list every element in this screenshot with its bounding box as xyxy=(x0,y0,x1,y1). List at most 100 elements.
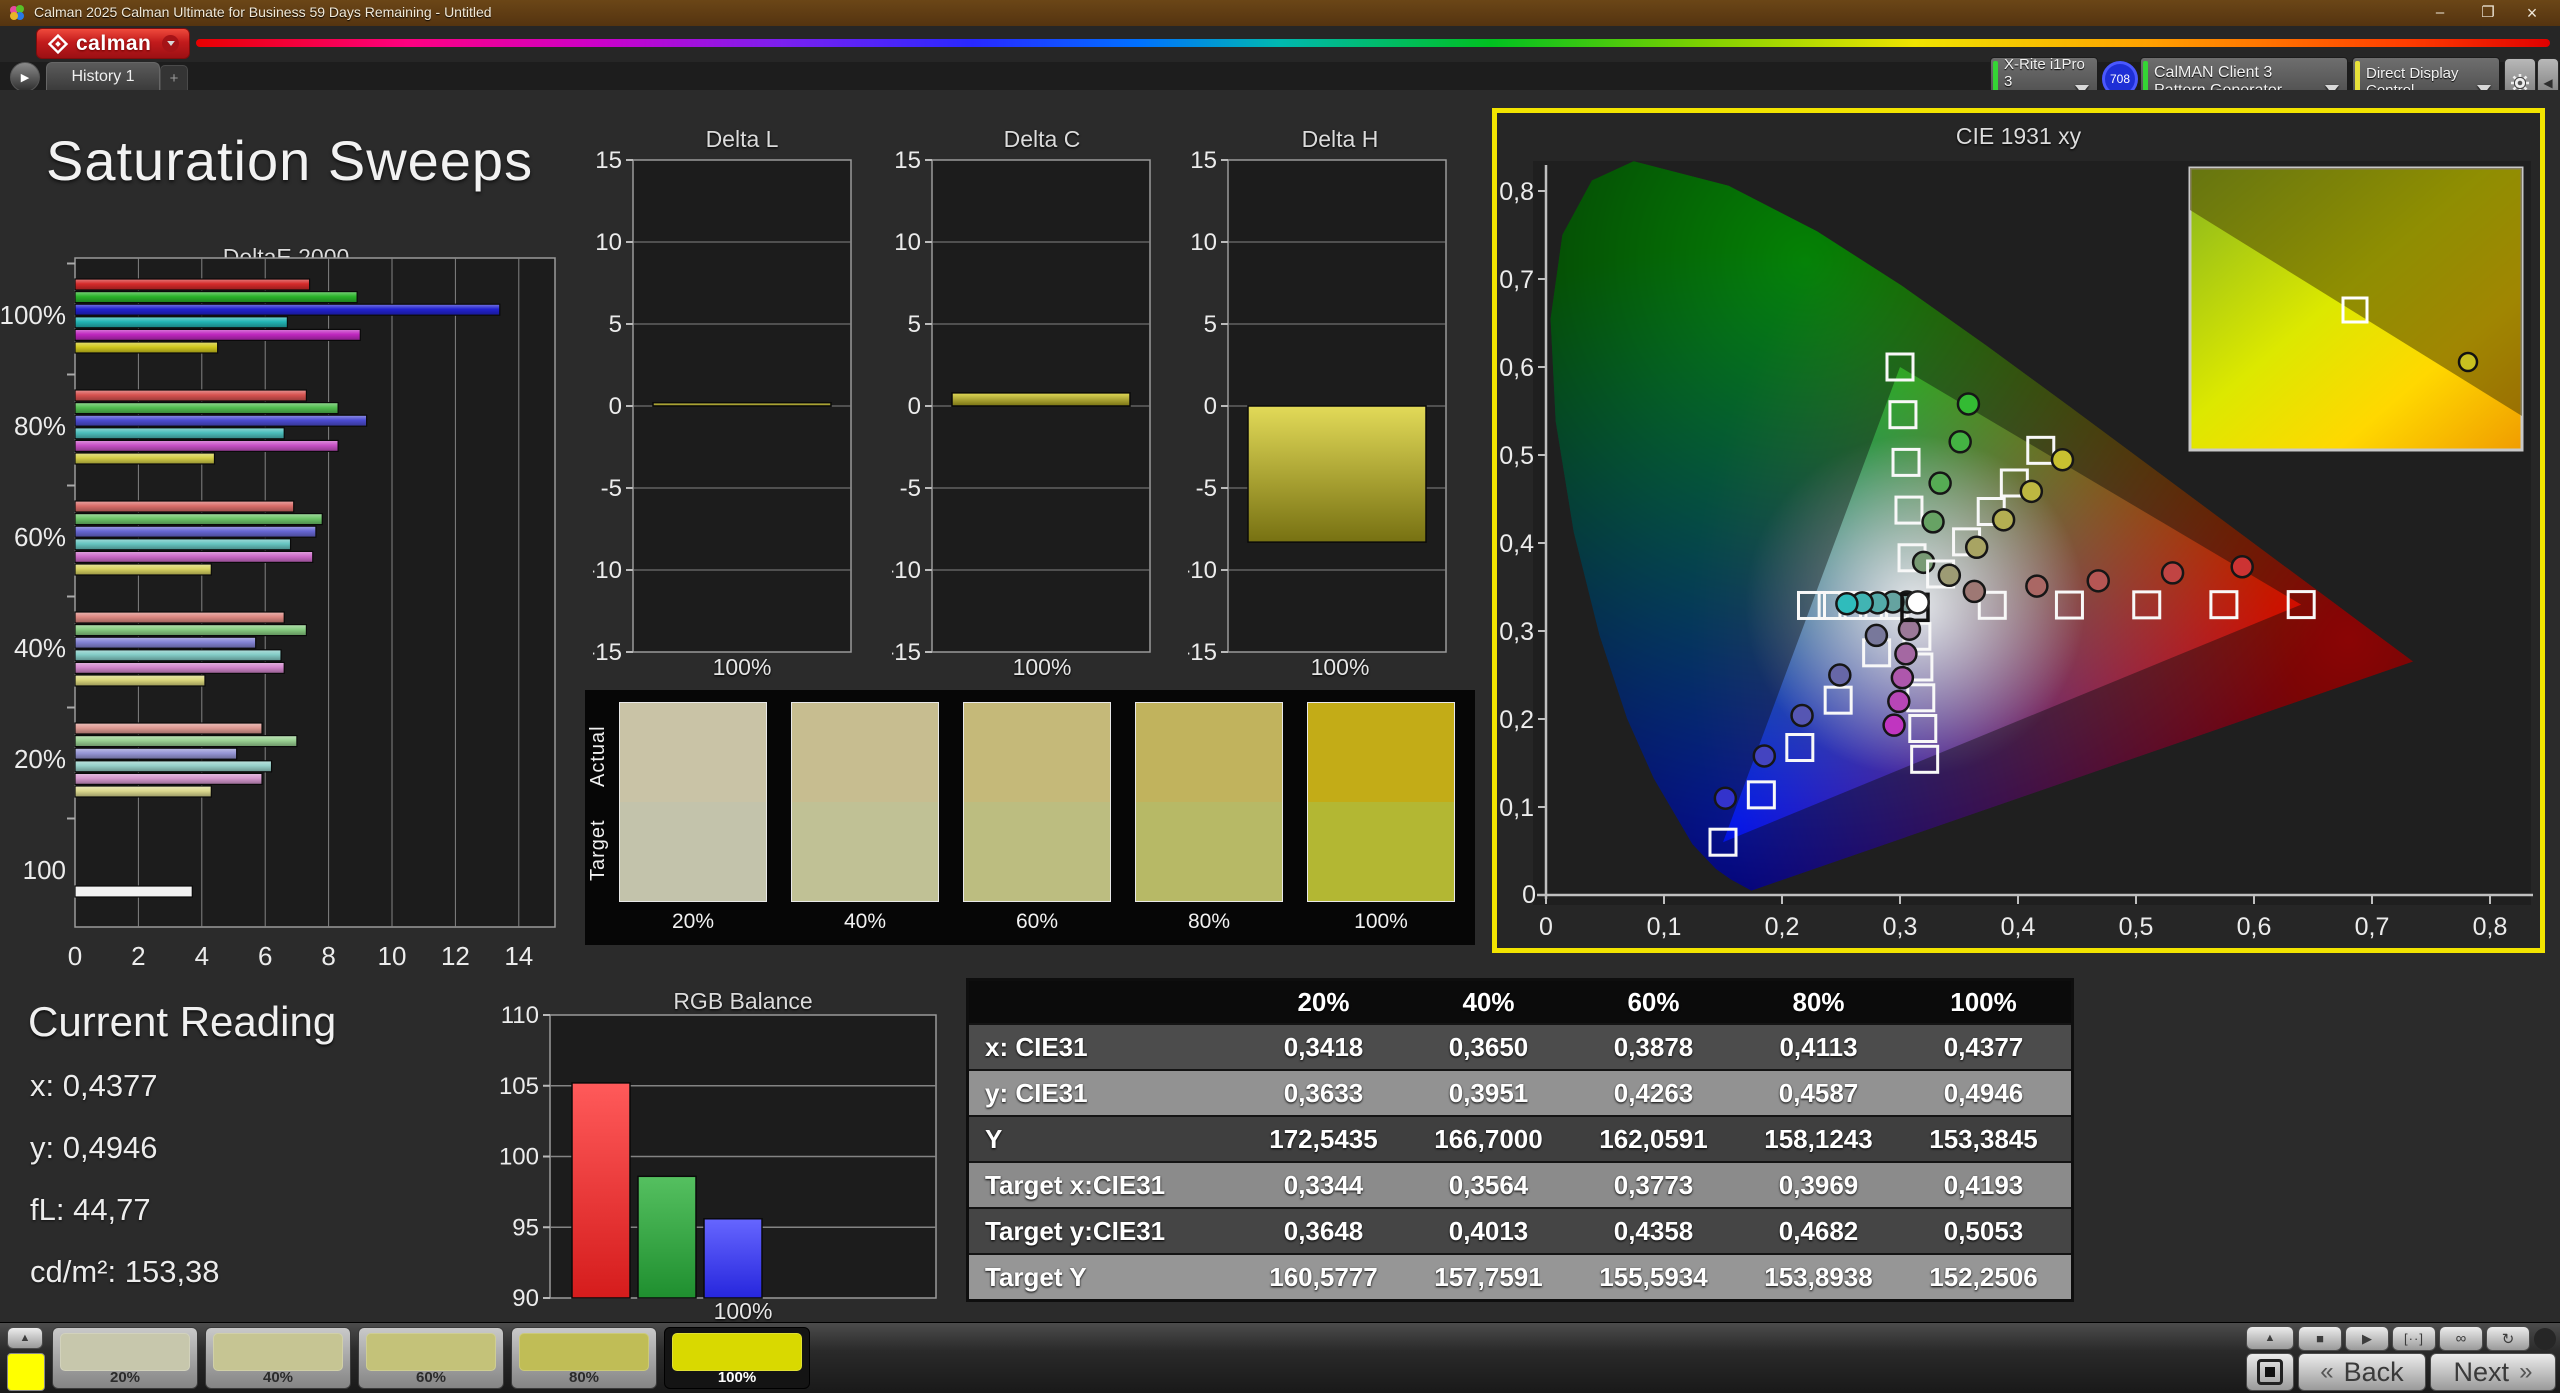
delta-c-chart: 151050-5-10-15 xyxy=(892,150,1162,710)
level-swatch-80%[interactable]: 80% xyxy=(511,1327,657,1389)
deltae-bar-blue xyxy=(75,526,316,537)
rgb-y-tick: 100 xyxy=(499,1144,539,1171)
deltae-bar-magenta xyxy=(75,440,338,451)
compare-swatch-80% xyxy=(1135,702,1283,902)
rgb-y-tick: 105 xyxy=(499,1073,539,1100)
delta-l-chart: 151050-5-10-15 xyxy=(593,150,863,710)
deltae-group-label: 40% xyxy=(14,633,66,663)
delta-l-y-tick: -5 xyxy=(601,475,622,502)
play-icon: ▶ xyxy=(2362,1331,2372,1347)
compare-swatch-label: 40% xyxy=(791,910,939,934)
cie-measured-green xyxy=(1950,431,1971,452)
tab-scroll-button[interactable]: ▶ xyxy=(10,62,40,92)
pattern-window-button[interactable] xyxy=(2246,1353,2294,1391)
swatch-label: 60% xyxy=(359,1369,503,1386)
cie-measured-blue xyxy=(1829,665,1850,686)
table-cell: 152,2506 xyxy=(1901,1262,2066,1293)
delta-h-y-tick: -15 xyxy=(1188,639,1217,666)
deltae-bar-magenta xyxy=(75,551,313,562)
table-cell: 162,0591 xyxy=(1571,1124,1736,1155)
stop-button[interactable]: ■ xyxy=(2298,1326,2342,1351)
calman-logo-icon xyxy=(47,33,69,55)
level-swatch-100%[interactable]: 100% xyxy=(664,1327,810,1389)
table-cell: 0,4358 xyxy=(1571,1216,1736,1247)
deltae-group-label: 20% xyxy=(14,744,66,774)
maximize-button[interactable]: ❐ xyxy=(2468,0,2508,26)
play-button[interactable]: ▶ xyxy=(2345,1326,2389,1351)
target-patch xyxy=(792,802,938,901)
continuous-read-button[interactable]: ∞ xyxy=(2439,1326,2483,1351)
infinity-icon: ∞ xyxy=(2456,1330,2467,1347)
delta-c-xlabel: 100% xyxy=(942,654,1142,681)
next-button[interactable]: Next » xyxy=(2430,1353,2556,1391)
calman-menu-button[interactable]: calman xyxy=(36,28,190,59)
back-button[interactable]: « Back xyxy=(2298,1353,2426,1391)
table-cell: 0,3633 xyxy=(1241,1078,1406,1109)
tab-history[interactable]: History 1 xyxy=(46,62,160,91)
level-swatch-40%[interactable]: 40% xyxy=(205,1327,351,1389)
table-cell: 0,3418 xyxy=(1241,1032,1406,1063)
deltae-bar-yellow xyxy=(75,453,214,464)
table-row: Target y:CIE310,36480,40130,43580,46820,… xyxy=(969,1207,2071,1253)
next-chevrons-icon: » xyxy=(2519,1358,2532,1386)
cie-measured-red xyxy=(2026,576,2047,597)
swatch-label: 80% xyxy=(512,1369,656,1386)
table-header-row: 20%40%60%80%100% xyxy=(969,981,2071,1023)
refresh-button[interactable]: ↻ xyxy=(2486,1326,2530,1351)
titlebar: Calman 2025 Calman Ultimate for Business… xyxy=(0,0,2560,26)
rgb-balance-xlabel: 100% xyxy=(593,1298,893,1325)
deltae-bar-cyan xyxy=(75,317,287,328)
back-chevrons-icon: « xyxy=(2320,1358,2333,1386)
cie-inset-measured-point xyxy=(2459,353,2477,371)
cie-measured-red xyxy=(2088,570,2109,591)
target-patch xyxy=(964,802,1110,901)
table-cell: 0,4682 xyxy=(1736,1216,1901,1247)
swatch-list-up-button[interactable]: ▲ xyxy=(7,1327,43,1349)
deltae-group-label: 100% xyxy=(0,300,66,330)
transport-up-button[interactable]: ▲ xyxy=(2246,1326,2294,1350)
deltae-bar-cyan xyxy=(75,761,272,772)
cie-x-tick: 0,1 xyxy=(1647,913,1682,941)
minimize-button[interactable]: – xyxy=(2420,0,2460,26)
cie-zoom-inset xyxy=(2190,168,2522,450)
delta-l-bar xyxy=(653,403,831,406)
target-patch xyxy=(620,802,766,901)
table-header-cell: 100% xyxy=(1901,987,2066,1018)
table-cell: 0,3564 xyxy=(1406,1170,1571,1201)
table-cell: 153,8938 xyxy=(1736,1262,1901,1293)
cie-measured-yellow xyxy=(1993,509,2014,530)
pattern-window-icon xyxy=(2257,1359,2283,1385)
bottom-bar: ▲ 20%40% 60% 80% 100% ▲ ■ ▶ [··] ∞ ↻ « Back… xyxy=(0,1322,2560,1393)
rgb-bar-red xyxy=(572,1083,630,1298)
deltae-x-tick: 0 xyxy=(68,941,82,971)
add-tab-button[interactable]: + xyxy=(160,65,188,92)
table-cell: 0,4013 xyxy=(1406,1216,1571,1247)
cie-measured-yellow xyxy=(1939,565,1960,586)
deltae-bar-cyan xyxy=(75,650,281,661)
delta-l-y-tick: 5 xyxy=(609,311,622,338)
level-swatch-60%[interactable]: 60% xyxy=(358,1327,504,1389)
table-row-label: Target x:CIE31 xyxy=(969,1170,1241,1201)
table-cell: 153,3845 xyxy=(1901,1124,2066,1155)
table-row-label: Target Y xyxy=(969,1262,1241,1293)
delta-h-y-tick: 15 xyxy=(1190,150,1217,174)
close-button[interactable]: × xyxy=(2512,0,2552,26)
series-read-button[interactable]: [··] xyxy=(2392,1326,2436,1351)
level-swatch-20%[interactable]: 20% xyxy=(52,1327,198,1389)
cie-x-tick: 0,5 xyxy=(2119,913,2154,941)
swatch-label: 100% xyxy=(665,1369,809,1386)
table-row: x: CIE310,34180,36500,38780,41130,4377 xyxy=(969,1023,2071,1069)
deltae-bar-green xyxy=(75,514,322,525)
table-cell: 172,5435 xyxy=(1241,1124,1406,1155)
table-row-label: y: CIE31 xyxy=(969,1078,1241,1109)
cie-measured-magenta xyxy=(1892,667,1913,688)
rgb-balance-chart: 1101051009590 xyxy=(470,980,950,1330)
cie-x-tick: 0,2 xyxy=(1765,913,1800,941)
rgb-y-tick: 110 xyxy=(501,1002,539,1029)
actual-patch xyxy=(620,703,766,802)
table-row: Target Y160,5777157,7591155,5934153,8938… xyxy=(969,1253,2071,1299)
cie-measured-yellow xyxy=(2021,481,2042,502)
cie-measured-green xyxy=(1958,393,1979,414)
cie-measured-red xyxy=(2162,562,2183,583)
deltae-x-tick: 6 xyxy=(258,941,272,971)
